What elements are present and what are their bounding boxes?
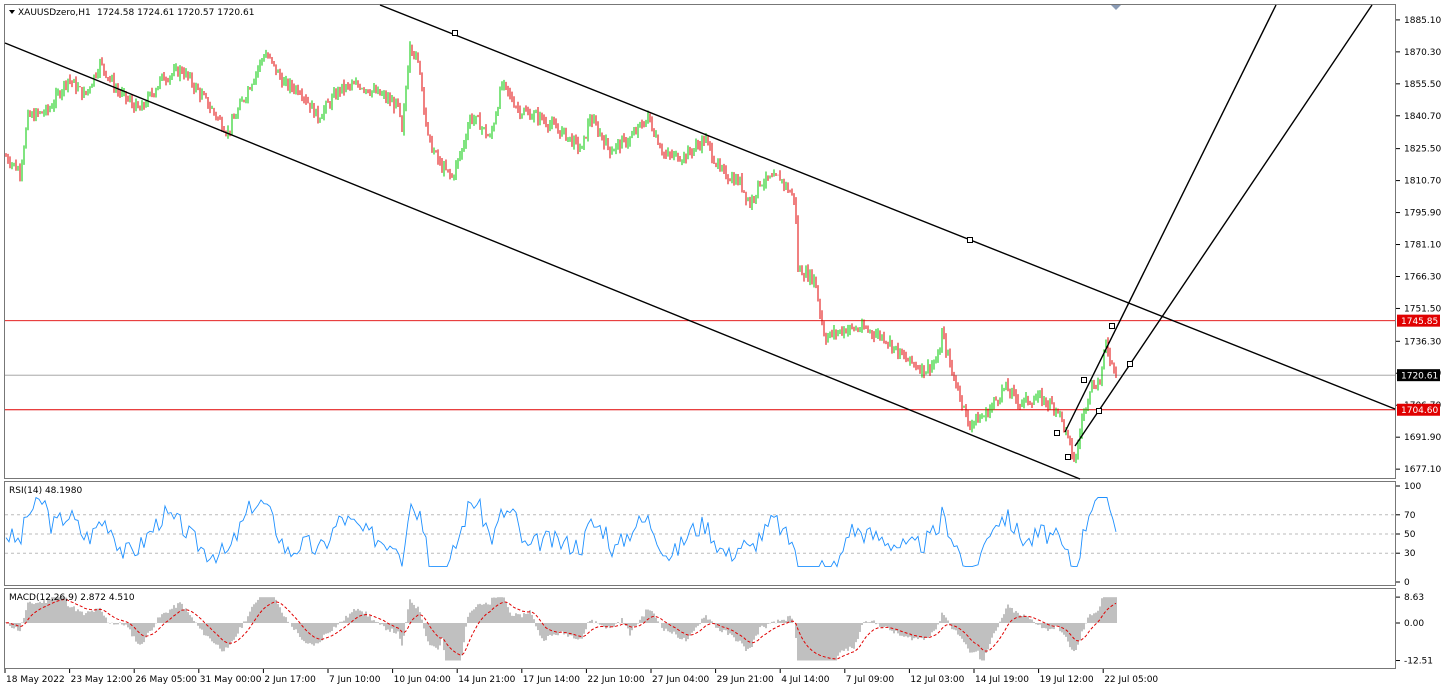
anchor-point-handle[interactable]: [452, 30, 458, 36]
anchor-point-handle[interactable]: [1127, 361, 1133, 367]
ohlc-values: 1724.58 1724.61 1720.57 1720.61: [97, 8, 254, 18]
time-tick-label: 26 May 05:00: [135, 675, 197, 685]
anchor-point-handle[interactable]: [1081, 377, 1087, 383]
time-tick-label: 23 May 12:00: [71, 675, 133, 685]
time-tick-label: 18 May 2022: [6, 675, 65, 685]
price-tick-label: 1855.50: [1404, 80, 1441, 90]
price-box-label: 1720.61: [1401, 372, 1438, 382]
time-tick-label: 27 Jun 04:00: [652, 675, 709, 685]
rsi-tick-label: 30: [1404, 549, 1416, 559]
rsi-tick-label: 0: [1404, 578, 1410, 588]
macd-tick-label: 0.00: [1404, 619, 1424, 629]
time-tick-label: 2 Jun 17:00: [264, 675, 316, 685]
price-tick-label: 1691.90: [1404, 433, 1441, 443]
price-tick-label: 1840.70: [1404, 112, 1441, 122]
time-axis: 18 May 2022 23 May 12:00 26 May 05:00 31 Ma…: [4, 669, 1158, 685]
time-tick-label: 22 Jun 10:00: [587, 675, 644, 685]
time-tick-label: 17 Jun 14:00: [523, 675, 580, 685]
time-tick-label: 14 Jun 21:00: [458, 675, 515, 685]
macd-label: MACD(12,26,9) 2.872 4.510: [9, 593, 135, 603]
time-tick-label: 31 May 00:00: [200, 675, 262, 685]
price-tick-label: 1810.70: [1404, 177, 1441, 187]
price-box: 1745.85: [1397, 314, 1440, 327]
time-tick-label: 7 Jun 10:00: [329, 675, 381, 685]
anchor-point-handle[interactable]: [1096, 408, 1102, 414]
price-tick-label: 1766.30: [1404, 272, 1441, 282]
trading-chart[interactable]: XAUUSDzero,H1 1724.58 1724.61 1720.57 17…: [0, 0, 1444, 692]
rsi-tick-label: 100: [1404, 482, 1421, 492]
price-box: 1720.61: [1397, 369, 1440, 382]
anchor-point-handle[interactable]: [1065, 454, 1071, 460]
symbol-label: XAUUSDzero,H1: [18, 8, 91, 18]
time-tick-label: 4 Jul 14:00: [781, 675, 830, 685]
time-tick-label: 12 Jul 03:00: [910, 675, 964, 685]
rsi-axis: 100 70 50 30 0: [1396, 482, 1421, 588]
time-tick-label: 14 Jul 19:00: [975, 675, 1029, 685]
rsi-pane[interactable]: [4, 481, 1396, 586]
anchor-point-handle[interactable]: [1109, 323, 1115, 329]
main-chart-pane[interactable]: [4, 4, 1396, 479]
time-tick-label: 7 Jul 09:00: [846, 675, 895, 685]
macd-tick-label: -12.51: [1404, 657, 1433, 667]
price-tick-label: 1751.50: [1404, 304, 1441, 314]
price-box-label: 1745.85: [1401, 317, 1438, 327]
time-tick-label: 19 Jul 12:00: [1040, 675, 1094, 685]
price-tick-label: 1795.90: [1404, 209, 1441, 219]
price-tick-label: 1677.10: [1404, 465, 1441, 475]
time-tick-label: 29 Jun 21:00: [717, 675, 774, 685]
rsi-tick-label: 50: [1404, 530, 1416, 540]
anchor-point-handle[interactable]: [1054, 430, 1060, 436]
time-tick-label: 10 Jun 04:00: [394, 675, 451, 685]
price-tick-label: 1885.10: [1404, 16, 1441, 26]
macd-axis: 8.63 0.00 -12.51: [1396, 593, 1433, 667]
price-box: 1704.60: [1397, 403, 1440, 416]
price-tick-label: 1781.10: [1404, 241, 1441, 251]
price-tick-label: 1736.30: [1404, 337, 1441, 347]
macd-tick-label: 8.63: [1404, 593, 1424, 603]
price-tick-label: 1825.50: [1404, 145, 1441, 155]
anchor-point-handle[interactable]: [967, 237, 973, 243]
rsi-tick-label: 70: [1404, 511, 1416, 521]
price-box-label: 1704.60: [1401, 406, 1438, 416]
price-tick-label: 1870.30: [1404, 48, 1441, 58]
time-tick-label: 22 Jul 05:00: [1104, 675, 1158, 685]
rsi-label: RSI(14) 48.1980: [9, 486, 82, 496]
